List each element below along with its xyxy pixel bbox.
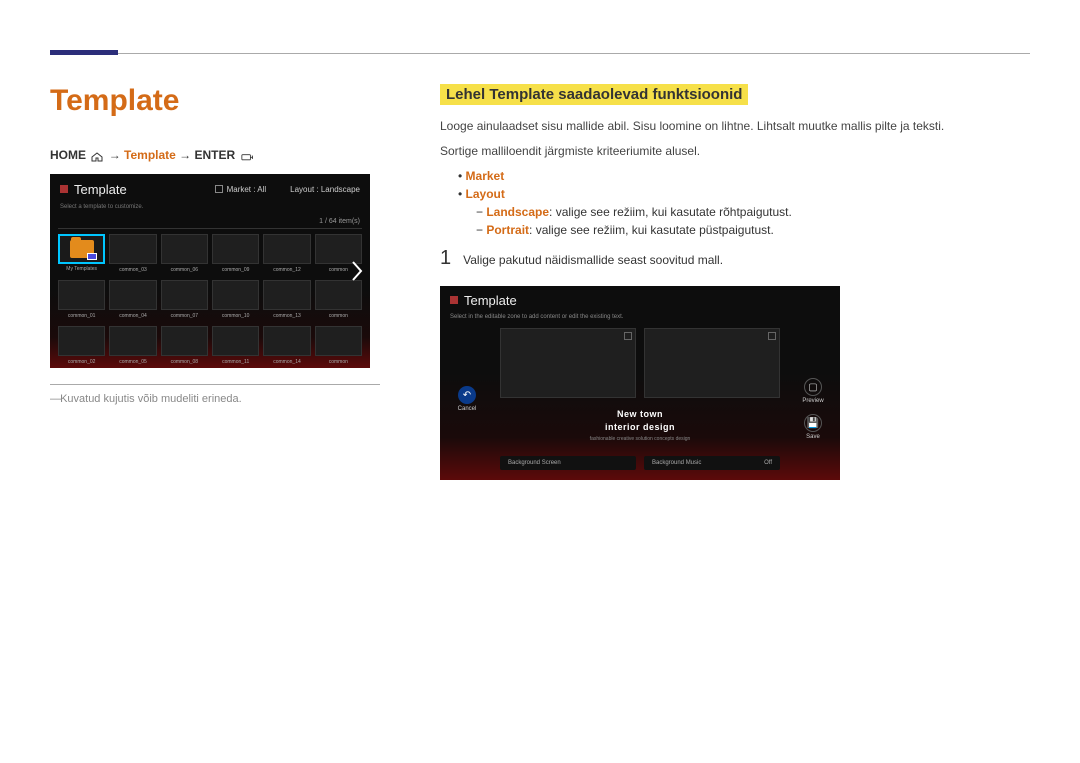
template-item-my-templates[interactable]: My Templates <box>58 234 105 264</box>
step-number: 1 <box>440 247 451 270</box>
checkbox-icon <box>215 185 223 193</box>
template-item[interactable]: common_06 <box>161 234 208 264</box>
cancel-button[interactable]: ↶ Cancel <box>450 386 484 412</box>
breadcrumb: HOME → Template → ENTER <box>50 148 380 162</box>
expand-icon <box>768 332 776 340</box>
mini-thumb-icon <box>87 253 97 260</box>
template-item[interactable]: common_02 <box>58 326 105 356</box>
divider <box>50 384 380 385</box>
bullet-portrait: Portrait: valige see režiim, kui kasutat… <box>476 223 1030 237</box>
step-1: 1 Valige pakutud näidismallide seast soo… <box>440 247 1030 270</box>
divider-line <box>58 228 362 229</box>
template-item[interactable]: common_14 <box>263 326 310 356</box>
criteria-list: Market Layout Landscape: valige see reži… <box>458 169 1030 237</box>
tv2-subtitle: Select in the editable zone to add conte… <box>450 314 623 320</box>
template-text-block[interactable]: New town interior design fashionable cre… <box>500 408 780 442</box>
bg-music-state: Off <box>764 460 772 466</box>
image-disclaimer: Kuvatud kujutis võib mudeliti erineda. <box>50 393 380 405</box>
template-item[interactable]: common_08 <box>161 326 208 356</box>
app-icon <box>450 296 458 304</box>
step-text: Valige pakutud näidismallide seast soovi… <box>463 253 723 267</box>
tv1-title: Template <box>74 182 127 197</box>
return-icon: ↶ <box>458 386 476 404</box>
layout-sublist: Landscape: valige see režiim, kui kasuta… <box>476 205 1030 237</box>
item-count: 1 / 64 item(s) <box>319 218 360 225</box>
bullet-landscape: Landscape: valige see režiim, kui kasuta… <box>476 205 1030 219</box>
tv2-title: Template <box>464 293 517 308</box>
template-item[interactable]: common_03 <box>109 234 156 264</box>
template-item[interactable]: common_13 <box>263 280 310 310</box>
breadcrumb-enter: ENTER <box>195 148 236 162</box>
template-item[interactable]: common_05 <box>109 326 156 356</box>
section-heading: Lehel Template saadaolevad funktsioonid <box>440 84 748 105</box>
save-icon: 💾 <box>804 414 822 432</box>
breadcrumb-home: HOME <box>50 148 86 162</box>
template-editor-screenshot: Template Select in the editable zone to … <box>440 286 840 480</box>
template-item[interactable]: common_09 <box>212 234 259 264</box>
template-item[interactable]: common_10 <box>212 280 259 310</box>
enter-icon <box>241 151 253 161</box>
editable-zone-1[interactable] <box>500 328 636 398</box>
page-title: Template <box>50 84 380 118</box>
bullet-layout: Layout <box>458 187 1030 201</box>
header-divider <box>50 50 1030 54</box>
breadcrumb-template: Template <box>124 148 176 162</box>
preview-button[interactable]: ▢ Preview <box>796 378 830 404</box>
template-grid: My Templates common_03 common_06 common_… <box>58 234 362 356</box>
template-item[interactable]: common <box>315 326 362 356</box>
template-item[interactable]: common_07 <box>161 280 208 310</box>
app-icon <box>60 185 68 193</box>
section-paragraph-2: Sortige malliloendit järgmiste kriteeriu… <box>440 142 1030 161</box>
tv1-subtitle: Select a template to customize. <box>60 204 143 210</box>
save-button[interactable]: 💾 Save <box>796 414 830 440</box>
accent-bar <box>50 50 118 55</box>
breadcrumb-arrow: → <box>109 148 121 162</box>
template-item[interactable]: common_11 <box>212 326 259 356</box>
next-page-button[interactable] <box>350 260 364 282</box>
left-column: Template HOME → Template → ENTER Templat… <box>50 84 380 480</box>
template-grid-screenshot: Template Market : All Layout : Landscape… <box>50 174 370 368</box>
preview-icon: ▢ <box>804 378 822 396</box>
template-item[interactable]: common_12 <box>263 234 310 264</box>
layout-filter[interactable]: Layout : Landscape <box>290 185 360 194</box>
market-filter[interactable]: Market : All <box>215 185 267 194</box>
editable-zone-2[interactable] <box>644 328 780 398</box>
right-column: Lehel Template saadaolevad funktsioonid … <box>440 84 1030 480</box>
background-screen-button[interactable]: Background Screen <box>500 456 636 470</box>
bullet-market: Market <box>458 169 1030 183</box>
section-paragraph-1: Looge ainulaadset sisu mallide abil. Sis… <box>440 117 1030 136</box>
home-icon <box>91 151 103 161</box>
editor-canvas: New town interior design fashionable cre… <box>500 328 780 436</box>
template-item[interactable]: common_01 <box>58 280 105 310</box>
expand-icon <box>624 332 632 340</box>
template-item[interactable]: common_04 <box>109 280 156 310</box>
template-item[interactable]: common <box>315 280 362 310</box>
background-music-button[interactable]: Background Music Off <box>644 456 780 470</box>
breadcrumb-arrow-2: → <box>179 148 191 162</box>
